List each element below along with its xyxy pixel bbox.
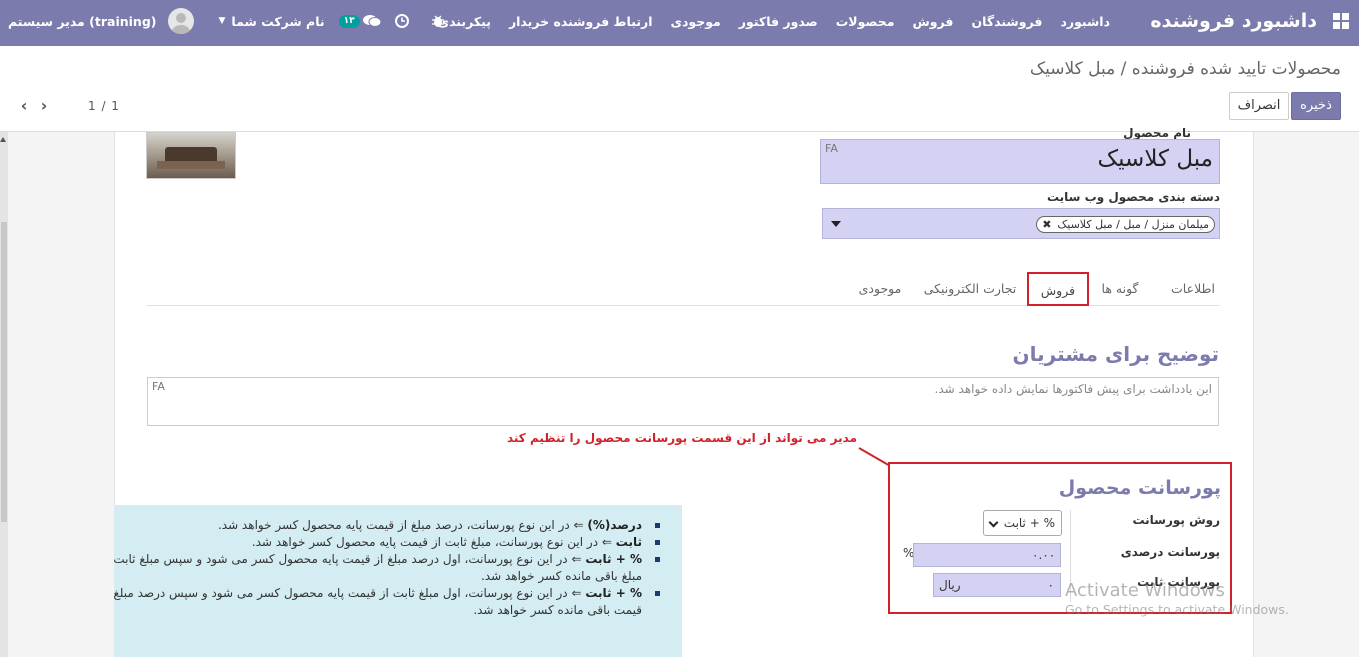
messaging-menu[interactable]: ۱۳ [338, 14, 381, 28]
watermark-line1: Activate Windows [1065, 580, 1225, 601]
caret-down-icon: ▼ [218, 16, 226, 26]
bullet-icon [655, 523, 660, 528]
product-name-label: نام محصول [1123, 126, 1191, 140]
menu-item-vendor-buyer-chat[interactable]: ارتباط فروشنده خریدار [500, 14, 662, 29]
windows-activation-watermark: Activate Windows Go to Settings to activ… [1065, 580, 1289, 617]
chat-icon [362, 15, 381, 27]
currency-label: ریال [939, 578, 961, 592]
annotation-note: مدیر می تواند از این قسمت پورسانت محصول … [506, 431, 857, 445]
description-placeholder: این یادداشت برای پیش فاکتورها نمایش داده… [934, 382, 1212, 396]
help-item: % + ثابت ⇐ در این نوع پورسانت، اول مبلغ … [114, 585, 660, 619]
form-tabs: اطلاعات گونه ها فروش تجارت الکترونیکی مو… [146, 272, 1220, 306]
breadcrumb[interactable]: محصولات تایید شده فروشنده / مبل کلاسیک [1030, 59, 1341, 79]
bug-icon[interactable] [431, 14, 445, 28]
save-button[interactable]: ذخیره [1291, 92, 1341, 120]
menu-item-inventory[interactable]: موجودی [662, 14, 730, 29]
pager-value[interactable]: 1 / 1 [88, 99, 120, 113]
control-panel: محصولات تایید شده فروشنده / مبل کلاسیک ذ… [0, 46, 1359, 132]
help-item: % + ثابت ⇐ در این نوع پورسانت، اول درصد … [114, 551, 660, 585]
dropdown-caret-icon[interactable] [831, 221, 841, 227]
translate-tag[interactable]: FA [152, 380, 165, 393]
commission-percent-field[interactable]: ۰.۰۰ [913, 543, 1061, 567]
message-count-badge: ۱۳ [338, 14, 360, 28]
tab-information[interactable]: اطلاعات [1166, 272, 1220, 306]
category-tag: میلمان منزل / مبل / مبل کلاسیک ✖ [1036, 216, 1215, 233]
scroll-up-icon[interactable] [0, 137, 6, 142]
help-item: درصد(%) ⇐ در این نوع پورسانت، درصد مبلغ … [114, 517, 660, 534]
help-box: درصد(%) ⇐ در این نوع پورسانت، درصد مبلغ … [114, 505, 682, 657]
discard-button[interactable]: انصراف [1229, 92, 1289, 120]
category-field[interactable]: میلمان منزل / مبل / مبل کلاسیک ✖ [822, 208, 1220, 239]
translate-tag[interactable]: FA [825, 142, 838, 155]
description-title: توضیح برای مشتریان [1012, 342, 1219, 366]
commission-title: پورسانت محصول [1058, 477, 1221, 499]
user-menu[interactable]: مدیر سیستم (training) [8, 8, 195, 34]
user-name: مدیر سیستم (training) [8, 13, 157, 29]
scroll-thumb[interactable] [1, 222, 7, 522]
pager-next-icon[interactable]: › [34, 96, 54, 115]
bullet-icon [655, 557, 660, 562]
top-navbar: داشبورد فروشنده داشبورد فروشندگان فروش م… [0, 0, 1359, 46]
bullet-icon [655, 540, 660, 545]
avatar [168, 8, 195, 34]
scrollbar[interactable] [0, 132, 8, 657]
bullet-icon [655, 591, 660, 596]
category-label: دسته بندی محصول وب سایت [1046, 190, 1220, 204]
tab-sales[interactable]: فروش [1027, 272, 1089, 306]
clock-icon[interactable] [394, 14, 409, 28]
company-name: نام شرکت شما [231, 13, 325, 29]
menu-item-dashboard[interactable]: داشبورد [1051, 14, 1119, 29]
remove-tag-icon[interactable]: ✖ [1042, 217, 1051, 232]
menu-item-invoicing[interactable]: صدور فاکتور [730, 14, 827, 29]
brand-title: داشبورد فروشنده [1150, 10, 1317, 32]
main-menu: داشبورد فروشندگان فروش محصولات صدور فاکت… [429, 14, 1119, 29]
tab-inventory[interactable]: موجودی [852, 272, 908, 306]
description-field[interactable]: FA این یادداشت برای پیش فاکتورها نمایش د… [147, 377, 1219, 426]
user-area: مدیر سیستم (training) ▼ نام شرکت شما ۱۳ [8, 8, 459, 34]
commission-method-label: روش پورسانت [1132, 513, 1220, 527]
pager-previous-icon[interactable]: ‹ [14, 96, 34, 115]
commission-fixed-value: ۰ [1047, 578, 1054, 592]
pager: ‹ › 1 / 1 [14, 96, 120, 115]
menu-item-products[interactable]: محصولات [827, 14, 904, 29]
menu-item-sales[interactable]: فروش [903, 14, 962, 29]
commission-method-select[interactable]: % + ثابت [983, 510, 1062, 536]
tab-variants[interactable]: گونه ها [1090, 272, 1150, 306]
category-tag-label: میلمان منزل / مبل / مبل کلاسیک [1057, 218, 1209, 231]
product-name-value: مبل کلاسیک [1097, 146, 1213, 172]
company-switcher[interactable]: ▼ نام شرکت شما [218, 14, 324, 29]
commission-percent-value: ۰.۰۰ [1032, 548, 1056, 562]
product-image[interactable] [146, 132, 236, 179]
commission-method-value: % + ثابت [1003, 516, 1055, 530]
chevron-down-icon [988, 517, 999, 528]
commission-percent-label: پورسانت درصدی [1120, 545, 1220, 559]
menu-item-vendors[interactable]: فروشندگان [962, 14, 1051, 29]
help-list: درصد(%) ⇐ در این نوع پورسانت، درصد مبلغ … [114, 517, 660, 619]
tab-ecommerce[interactable]: تجارت الکترونیکی [920, 272, 1020, 306]
commission-fixed-field[interactable]: ریال ۰ [933, 573, 1061, 597]
watermark-line2: Go to Settings to activate Windows. [1065, 602, 1289, 617]
product-name-field[interactable]: FA مبل کلاسیک [820, 139, 1220, 184]
help-item: ثابت ⇐ در این نوع پورسانت، مبلغ ثابت از … [114, 534, 660, 551]
apps-menu-icon[interactable] [1333, 13, 1349, 29]
